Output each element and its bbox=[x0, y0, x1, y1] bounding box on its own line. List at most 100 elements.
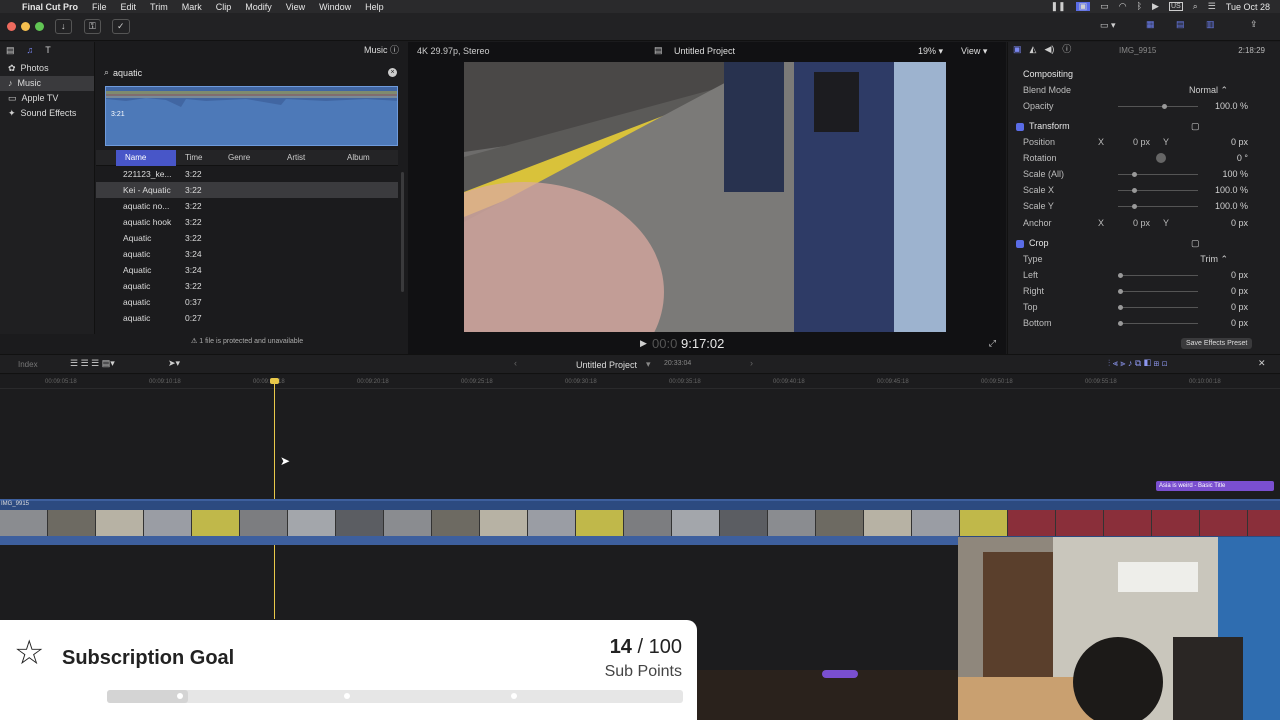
forward-icon[interactable]: › bbox=[750, 359, 753, 368]
menu-help[interactable]: Help bbox=[365, 2, 384, 12]
menu-clip[interactable]: Clip bbox=[216, 2, 232, 12]
title-clip[interactable]: Asia is weird - Basic Title bbox=[1156, 481, 1274, 491]
control-center-icon[interactable]: ☰ bbox=[1208, 2, 1216, 11]
list-item[interactable]: Kei - Aquatic 3:22 bbox=[96, 182, 398, 198]
list-item[interactable]: aquatic 0:37 bbox=[96, 294, 398, 310]
scale-y-slider-knob[interactable] bbox=[1132, 204, 1137, 209]
viewer-play-icon[interactable]: ▶ bbox=[640, 339, 647, 348]
timeline-controls-icon[interactable]: ⫶ ⫷ ⫸ ♪ ⧉ ◧ ⊞ ⊡ bbox=[1108, 359, 1167, 368]
sidebar-item-photos[interactable]: ✿ Photos bbox=[0, 61, 94, 76]
video-inspector-icon[interactable]: ▣ bbox=[1013, 45, 1022, 54]
project-menu-icon[interactable]: ▾ bbox=[646, 360, 651, 369]
rotation-dial[interactable] bbox=[1156, 153, 1166, 163]
crop-overlay-icon[interactable]: ▢ bbox=[1191, 239, 1200, 248]
transform-heading[interactable]: Transform bbox=[1016, 119, 1070, 134]
list-item[interactable]: 221123_ke... 3:22 bbox=[96, 166, 398, 182]
bluetooth-icon[interactable]: ᛒ bbox=[1137, 2, 1142, 11]
crop-bottom-slider-knob[interactable] bbox=[1118, 321, 1123, 326]
search-input[interactable]: aquatic bbox=[113, 68, 142, 78]
menu-window[interactable]: Window bbox=[319, 2, 351, 12]
wifi-icon[interactable]: ◠ bbox=[1119, 2, 1127, 11]
back-icon[interactable]: ‹ bbox=[514, 359, 517, 368]
crop-bottom-slider[interactable] bbox=[1118, 323, 1198, 324]
sidebar-item-music[interactable]: ♪ Music bbox=[0, 76, 94, 91]
clear-search-icon[interactable]: × bbox=[388, 68, 397, 77]
crop-top-slider[interactable] bbox=[1118, 307, 1198, 308]
scale-all-slider[interactable] bbox=[1118, 174, 1198, 175]
info-inspector-icon[interactable]: ⓘ bbox=[1062, 45, 1071, 54]
fullscreen-icon[interactable]: ⤢ bbox=[989, 339, 996, 348]
video-frame[interactable] bbox=[464, 62, 946, 332]
crop-right-slider[interactable] bbox=[1118, 291, 1198, 292]
menu-file[interactable]: File bbox=[92, 2, 107, 12]
zoom-window-button[interactable] bbox=[35, 22, 44, 31]
transform-overlay-icon[interactable]: ▢ bbox=[1191, 122, 1200, 131]
close-timeline-icon[interactable]: ✕ bbox=[1258, 359, 1266, 368]
pause-icon[interactable]: ❚❚ bbox=[1051, 2, 1066, 11]
import-icon[interactable]: ↓ bbox=[55, 19, 72, 34]
inspector-toggle-icon[interactable]: ▥ bbox=[1206, 20, 1215, 29]
list-item[interactable]: aquatic 3:22 bbox=[96, 278, 398, 294]
menu-edit[interactable]: Edit bbox=[121, 2, 137, 12]
playhead-handle[interactable] bbox=[270, 378, 279, 384]
column-name[interactable]: Name bbox=[116, 150, 176, 166]
browser-toggle-icon[interactable]: ▦ bbox=[1146, 20, 1155, 29]
crop-type-select[interactable]: Trim ⌃ bbox=[1200, 252, 1228, 266]
share-icon[interactable]: ⇪ bbox=[1250, 20, 1258, 29]
clock[interactable]: Tue Oct 28 bbox=[1226, 2, 1270, 12]
waveform-preview[interactable]: 3:21 bbox=[105, 86, 398, 146]
zoom-menu[interactable]: 19% ▾ bbox=[918, 46, 943, 57]
titles-icon[interactable]: T bbox=[45, 46, 51, 57]
menu-view[interactable]: View bbox=[286, 2, 305, 12]
audio-inspector-icon[interactable]: ◀) bbox=[1044, 45, 1054, 54]
list-item[interactable]: Aquatic 3:22 bbox=[96, 230, 398, 246]
save-effects-preset-button[interactable]: Save Effects Preset bbox=[1181, 338, 1253, 349]
clip-appearance-icon[interactable]: ☰ ☰ ☰ ▤▾ bbox=[70, 359, 115, 368]
blend-mode-select[interactable]: Normal ⌃ bbox=[1189, 83, 1228, 97]
list-item[interactable]: Aquatic 3:24 bbox=[96, 262, 398, 278]
list-item[interactable]: aquatic hook 3:22 bbox=[96, 214, 398, 230]
battery-icon[interactable]: ▭ bbox=[1100, 2, 1109, 11]
crop-left-slider-knob[interactable] bbox=[1118, 273, 1123, 278]
timeline-project-title[interactable]: Untitled Project bbox=[576, 360, 637, 370]
crop-top-slider-knob[interactable] bbox=[1118, 305, 1123, 310]
opacity-slider-knob[interactable] bbox=[1162, 104, 1167, 109]
menu-mark[interactable]: Mark bbox=[182, 2, 202, 12]
timecode[interactable]: 9:17:02 bbox=[681, 336, 724, 351]
minimize-window-button[interactable] bbox=[21, 22, 30, 31]
index-button[interactable]: Index bbox=[18, 360, 38, 369]
layout-icon[interactable]: ▭ ▾ bbox=[1100, 21, 1116, 30]
compositing-heading[interactable]: Compositing bbox=[1023, 67, 1073, 82]
browser-title[interactable]: Music ⓘ bbox=[364, 45, 399, 55]
close-window-button[interactable] bbox=[7, 22, 16, 31]
crop-heading[interactable]: Crop bbox=[1016, 236, 1049, 251]
menu-trim[interactable]: Trim bbox=[150, 2, 168, 12]
timeline-ruler[interactable]: 00:09:05:18 00:09:10:18 00:09:15:18 00:09:2… bbox=[0, 375, 1280, 389]
transform-checkbox[interactable] bbox=[1016, 122, 1024, 131]
background-tasks-icon[interactable]: ✓ bbox=[112, 19, 130, 34]
scale-x-slider-knob[interactable] bbox=[1132, 188, 1137, 193]
opacity-slider[interactable] bbox=[1118, 106, 1198, 107]
timeline-toggle-icon[interactable]: ▤ bbox=[1176, 20, 1185, 29]
crop-right-slider-knob[interactable] bbox=[1118, 289, 1123, 294]
screen-record-icon[interactable]: ▣ bbox=[1075, 2, 1091, 11]
view-menu[interactable]: View ▾ bbox=[961, 46, 987, 57]
search-icon[interactable]: ⌕ bbox=[1193, 2, 1198, 11]
list-item[interactable]: aquatic 0:27 bbox=[96, 310, 398, 326]
column-time[interactable]: Time bbox=[185, 150, 202, 166]
scale-x-slider[interactable] bbox=[1118, 190, 1198, 191]
select-tool-icon[interactable]: ➤▾ bbox=[168, 359, 180, 368]
color-inspector-icon[interactable]: ◭ bbox=[1030, 45, 1037, 54]
menu-modify[interactable]: Modify bbox=[245, 2, 272, 12]
crop-checkbox[interactable] bbox=[1016, 239, 1024, 248]
search-field[interactable]: ⌕ aquatic × bbox=[104, 66, 400, 79]
sidebar-item-apple-tv[interactable]: ▭ Apple TV bbox=[0, 91, 94, 106]
list-item[interactable]: aquatic no... 3:22 bbox=[96, 198, 398, 214]
column-artist[interactable]: Artist bbox=[287, 150, 305, 166]
sidebar-item-sound-effects[interactable]: ✦ Sound Effects bbox=[0, 106, 94, 121]
list-item[interactable]: aquatic 3:24 bbox=[96, 246, 398, 262]
crop-left-slider[interactable] bbox=[1118, 275, 1198, 276]
scale-all-slider-knob[interactable] bbox=[1132, 172, 1137, 177]
scale-y-slider[interactable] bbox=[1118, 206, 1198, 207]
app-menu[interactable]: Final Cut Pro bbox=[22, 2, 78, 12]
